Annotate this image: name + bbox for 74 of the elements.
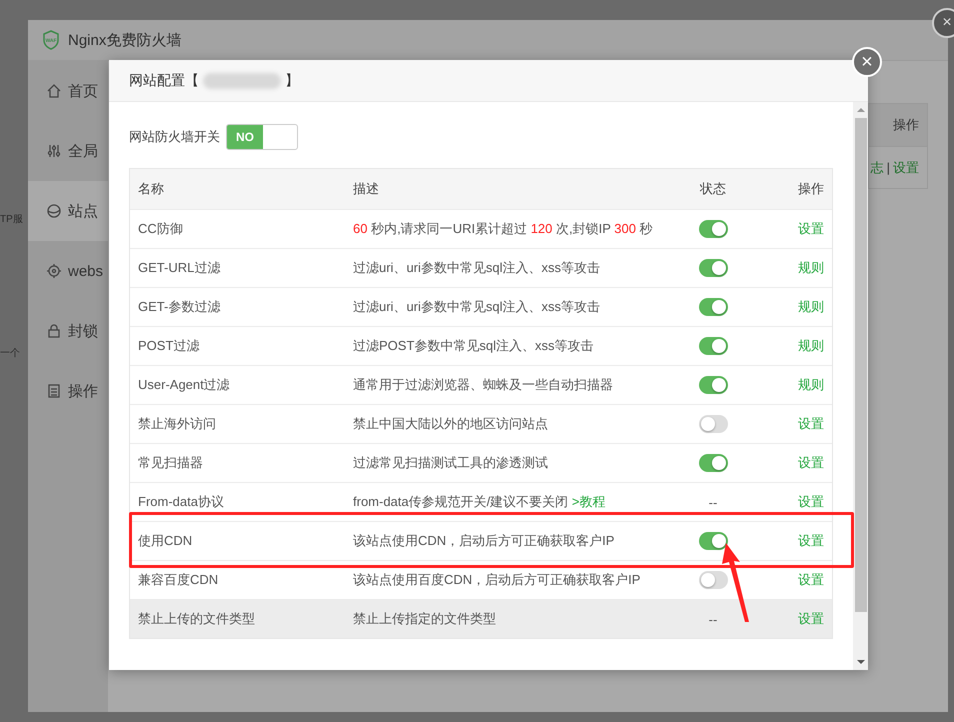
- status-toggle[interactable]: [698, 298, 728, 316]
- table-cell: --: [708, 494, 718, 510]
- table-cell: 兼容百度CDN: [138, 571, 218, 589]
- switch-label: 网站防火墙开关: [129, 128, 220, 146]
- description-text: 60 秒内,请求同一URI累计超过 120 次,封锁IP 300 秒: [353, 220, 654, 238]
- table-cell: POST过滤: [138, 337, 200, 355]
- globe-icon: [46, 203, 62, 219]
- action-link[interactable]: 设置: [798, 415, 824, 433]
- lock-icon: [46, 323, 62, 339]
- description-text: 禁止上传指定的文件类型: [353, 610, 497, 628]
- home-icon: [46, 83, 62, 99]
- description-text: 禁止中国大陆以外的地区访问站点: [353, 415, 549, 433]
- column-header: 名称: [138, 180, 164, 198]
- action-link[interactable]: 规则: [798, 337, 824, 355]
- action-link[interactable]: 设置: [798, 610, 824, 628]
- action-link[interactable]: 设置: [798, 493, 824, 511]
- sidebar-item[interactable]: 全局: [28, 121, 108, 181]
- background-text: TP服: [0, 213, 24, 226]
- background-text: 一个: [0, 347, 21, 360]
- dialog-title: 网站配置【: [129, 72, 199, 90]
- action-link[interactable]: 规则: [798, 376, 824, 394]
- table-cell: 常见扫描器: [138, 454, 203, 472]
- status-toggle[interactable]: [698, 532, 728, 550]
- settings-link[interactable]: 设置: [893, 158, 919, 176]
- description-text: 通常用于过滤浏览器、蜘蛛及一些自动扫描器: [353, 376, 614, 394]
- table-cell: From-data协议: [138, 493, 224, 511]
- table-cell: CC防御: [138, 220, 183, 238]
- log-link[interactable]: 志: [870, 158, 884, 176]
- tutorial-link[interactable]: >教程: [572, 494, 606, 509]
- column-header: 操作: [798, 180, 824, 198]
- description-text: 过滤uri、uri参数中常见sql注入、xss等攻击: [353, 298, 602, 316]
- app-title: Nginx免费防火墙: [68, 30, 182, 50]
- action-link[interactable]: 设置: [798, 454, 824, 472]
- description-text: 过滤uri、uri参数中常见sql注入、xss等攻击: [353, 259, 602, 277]
- table-cell: 使用CDN: [138, 532, 192, 550]
- status-toggle[interactable]: [698, 571, 728, 589]
- table-cell: --: [708, 612, 718, 626]
- table-cell: 禁止海外访问: [138, 415, 216, 433]
- action-link[interactable]: 规则: [798, 259, 824, 277]
- firewall-switch[interactable]: NO: [226, 124, 298, 150]
- column-header: 状态: [700, 180, 726, 198]
- description-text: 该站点使用百度CDN，启动后方可正确获取客户IP: [353, 571, 642, 589]
- sidebar-item[interactable]: webs: [28, 241, 108, 301]
- status-toggle[interactable]: [698, 259, 728, 277]
- dialog-title-bracket: 】: [285, 72, 299, 90]
- target-icon: [46, 263, 62, 279]
- clipboard-icon: [46, 383, 62, 399]
- description-text: 过滤常见扫描测试工具的渗透测试: [353, 454, 549, 472]
- table-cell: 禁止上传的文件类型: [138, 610, 255, 628]
- action-link[interactable]: 设置: [798, 220, 824, 238]
- table-cell: GET-参数过滤: [138, 298, 220, 316]
- scrollbar[interactable]: [853, 102, 868, 670]
- description-text: 该站点使用CDN，启动后方可正确获取客户IP: [353, 532, 616, 550]
- separator-text: |: [886, 160, 890, 175]
- description-text: from-data传参规范开关/建议不要关闭 >教程: [353, 493, 606, 511]
- description-text: 过滤POST参数中常见sql注入、xss等攻击: [353, 337, 595, 355]
- action-link[interactable]: 设置: [798, 571, 824, 589]
- column-header: 描述: [353, 180, 379, 198]
- status-toggle[interactable]: [698, 454, 728, 472]
- status-toggle[interactable]: [698, 220, 728, 238]
- sliders-icon: [46, 143, 62, 159]
- sidebar-item[interactable]: 站点: [28, 181, 108, 241]
- sidebar-item[interactable]: 封锁: [28, 301, 108, 361]
- status-toggle[interactable]: [698, 415, 728, 433]
- sidebar-item[interactable]: 操作: [28, 361, 108, 421]
- status-toggle[interactable]: [698, 376, 728, 394]
- sidebar-item[interactable]: 首页: [28, 61, 108, 121]
- close-button[interactable]: ×: [932, 8, 954, 38]
- table-cell: GET-URL过滤: [138, 259, 220, 277]
- table-cell: User-Agent过滤: [138, 376, 230, 394]
- status-toggle[interactable]: [698, 337, 728, 355]
- action-link[interactable]: 规则: [798, 298, 824, 316]
- column-header: 操作: [893, 116, 919, 134]
- action-link[interactable]: 设置: [798, 532, 824, 550]
